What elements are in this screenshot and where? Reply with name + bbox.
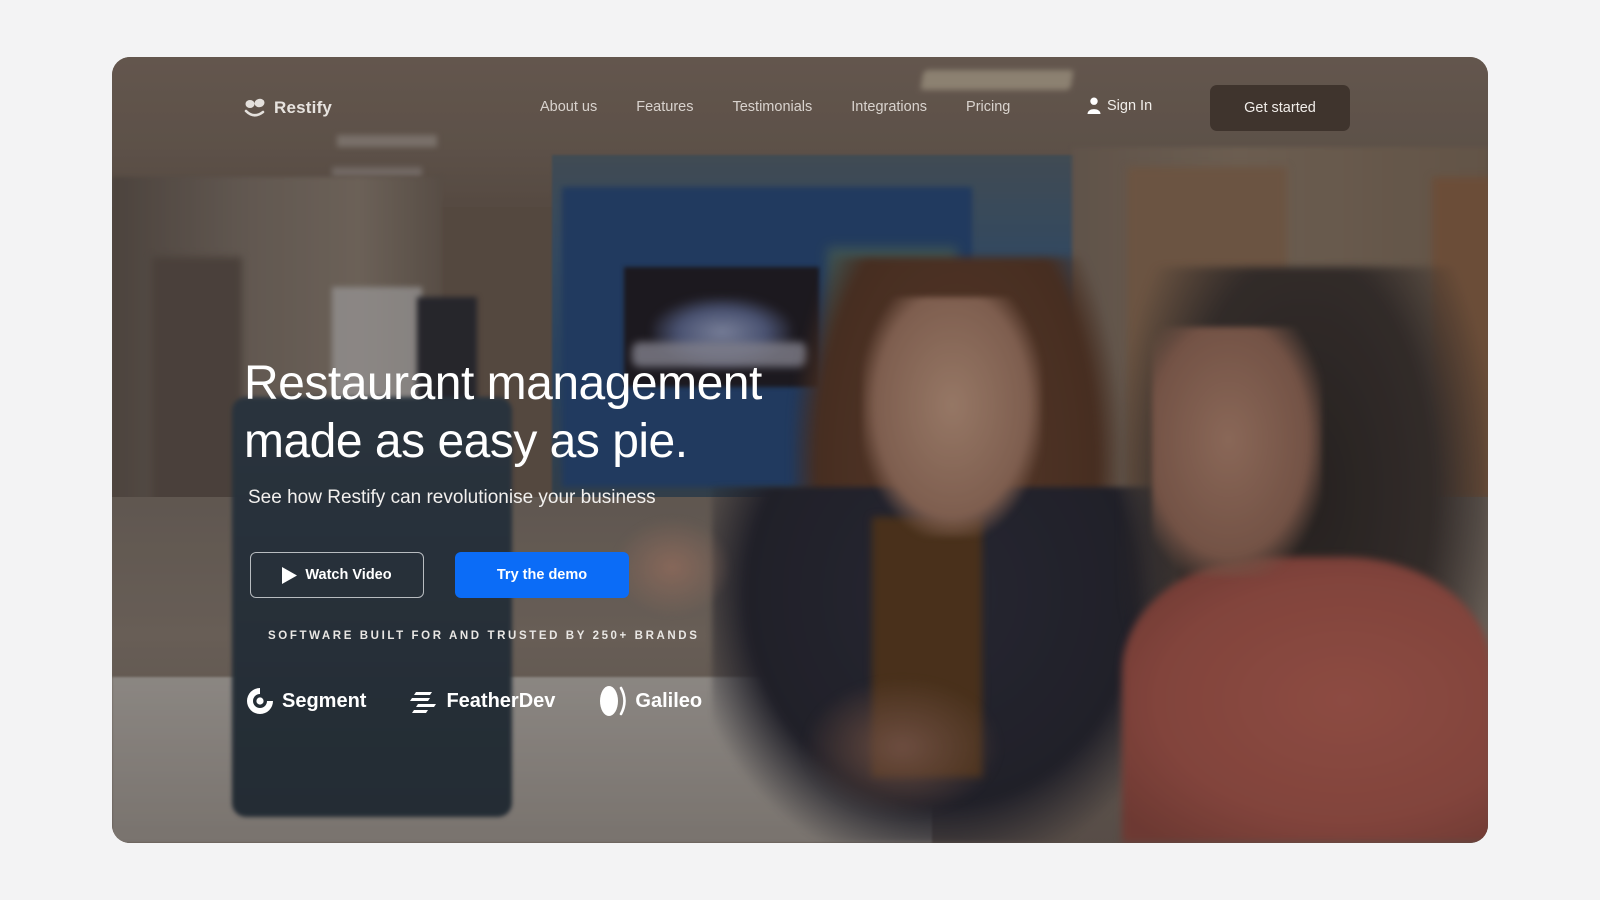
hero-section: Restify About us Features Testimonials I… bbox=[112, 57, 1488, 843]
nav-link-testimonials[interactable]: Testimonials bbox=[732, 99, 812, 115]
user-icon bbox=[1087, 97, 1101, 114]
watch-video-button[interactable]: Watch Video bbox=[250, 552, 424, 598]
sign-in-link[interactable]: Sign In bbox=[1087, 97, 1152, 114]
segment-logo-icon bbox=[247, 688, 273, 714]
nav-link-integrations[interactable]: Integrations bbox=[851, 99, 927, 115]
featherdev-logo-icon bbox=[410, 692, 437, 713]
headline-line-1: Restaurant management bbox=[244, 357, 762, 410]
brand-featherdev: FeatherDev bbox=[408, 685, 555, 717]
brand-logos: Segment FeatherDev Galileo bbox=[244, 685, 744, 717]
hero-headline: Restaurant management made as easy as pi… bbox=[244, 355, 762, 471]
nav-link-about-us[interactable]: About us bbox=[540, 99, 597, 115]
try-demo-button[interactable]: Try the demo bbox=[455, 552, 629, 598]
nav-link-features[interactable]: Features bbox=[636, 99, 693, 115]
brand-featherdev-name: FeatherDev bbox=[446, 689, 556, 712]
top-navigation: Restify About us Features Testimonials I… bbox=[112, 57, 1488, 157]
watch-video-label: Watch Video bbox=[305, 567, 392, 583]
nav-link-pricing[interactable]: Pricing bbox=[966, 99, 1010, 115]
get-started-button[interactable]: Get started bbox=[1210, 85, 1350, 131]
brand-segment-name: Segment bbox=[282, 689, 367, 712]
hero-subheadline: See how Restify can revolutionise your b… bbox=[248, 487, 656, 508]
nav-links: About us Features Testimonials Integrati… bbox=[540, 99, 1010, 115]
brand-segment: Segment bbox=[244, 685, 366, 717]
trusted-by-text: SOFTWARE BUILT FOR AND TRUSTED BY 250+ B… bbox=[268, 630, 700, 642]
brand-galileo: Galileo bbox=[597, 685, 702, 717]
logo-link[interactable]: Restify bbox=[244, 97, 332, 119]
brand-galileo-name: Galileo bbox=[635, 689, 703, 712]
smile-face-logo-icon bbox=[244, 98, 265, 117]
headline-line-2: made as easy as pie. bbox=[244, 415, 688, 468]
sign-in-label: Sign In bbox=[1107, 97, 1153, 114]
galileo-logo-icon bbox=[600, 686, 627, 716]
play-icon bbox=[282, 566, 298, 584]
logo-text: Restify bbox=[274, 98, 333, 117]
